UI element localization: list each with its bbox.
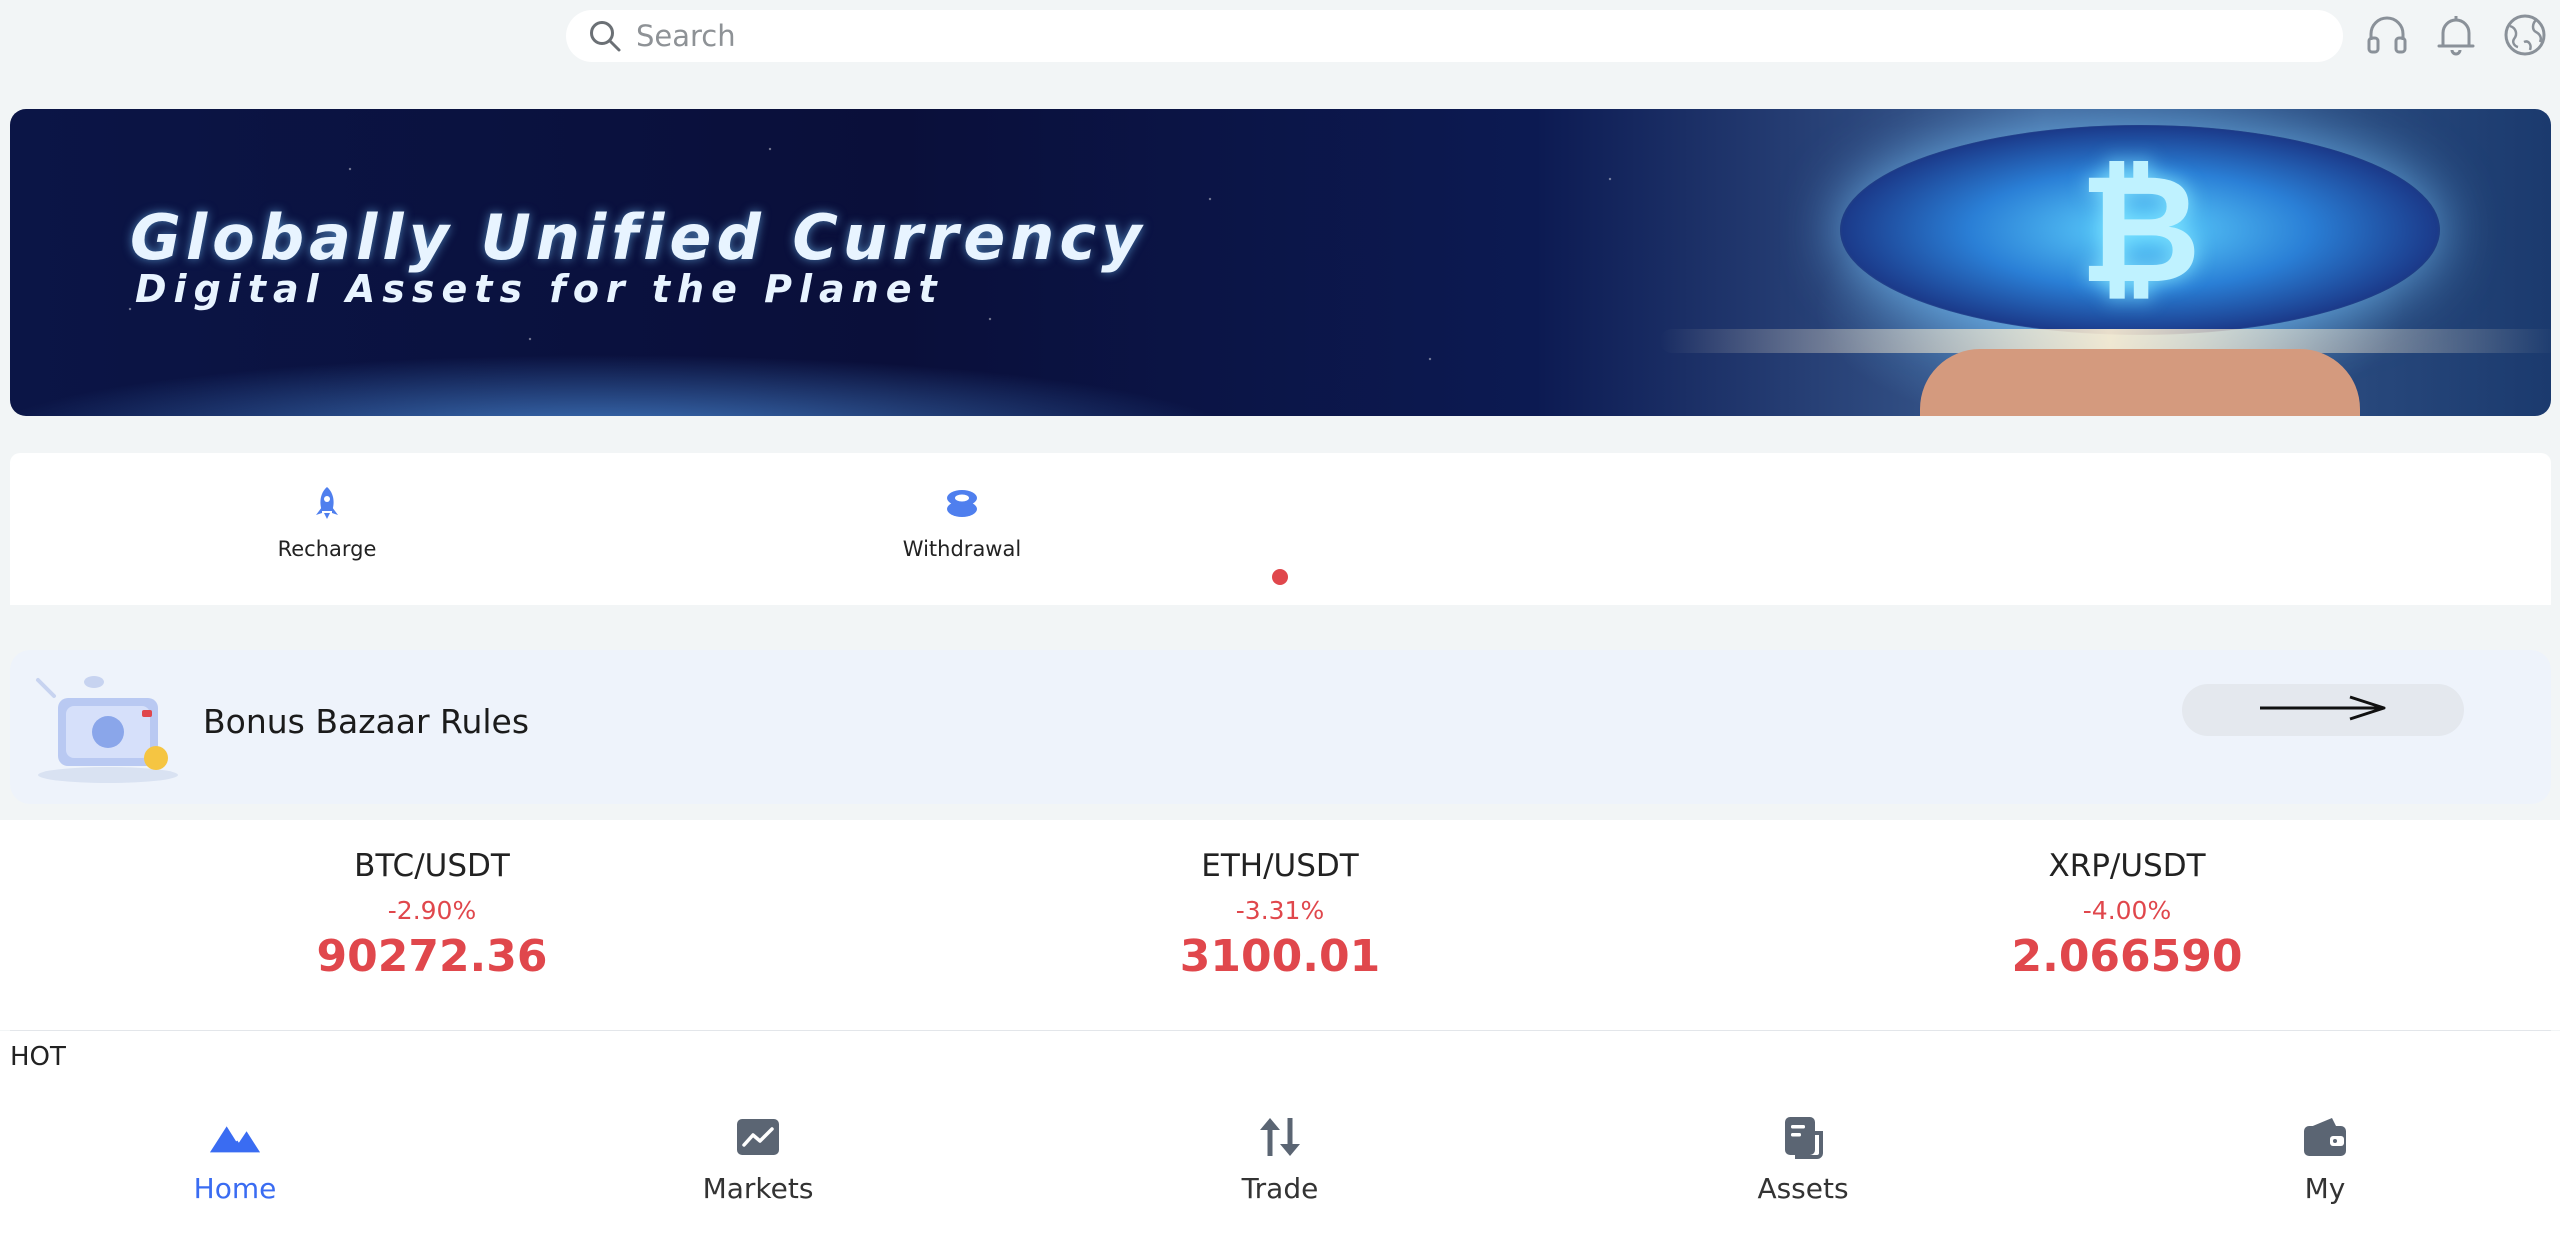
ticker-change: -2.90% [387,896,477,925]
bell-icon[interactable] [2433,12,2479,58]
nav-markets[interactable]: Markets [658,1110,858,1220]
coin-stack-icon [942,483,982,523]
globe-icon[interactable] [2502,12,2548,58]
arrow-right-icon [2258,693,2388,727]
recharge-button[interactable]: Recharge [227,483,427,583]
rocket-icon [307,483,347,523]
nav-my-label: My [2304,1172,2346,1205]
withdrawal-button[interactable]: Withdrawal [862,483,1062,583]
search-bar[interactable] [566,10,2343,62]
bitcoin-coin-icon: ₿ [1840,125,2440,335]
document-icon [1776,1110,1830,1164]
ticker-xrp[interactable]: XRP/USDT -4.00% 2.066590 [1877,848,2377,982]
ticker-row: BTC/USDT -2.90% 90272.36 ETH/USDT -3.31%… [0,820,2560,1030]
banner-subline: Digital Assets for the Planet [135,267,944,311]
nav-trade[interactable]: Trade [1180,1110,1380,1220]
headset-icon[interactable] [2364,12,2410,58]
bottom-navigation: Home Markets Trade Assets My [0,1092,2560,1248]
hot-section-label: HOT [10,1042,66,1072]
bitcoin-symbol: ₿ [2078,143,2202,317]
ticker-change: -3.31% [1235,896,1325,925]
ticker-price: 90272.36 [316,931,548,982]
nav-home[interactable]: Home [135,1110,335,1220]
ticker-pair: ETH/USDT [1201,848,1359,884]
bonus-card-illustration-icon [28,670,188,790]
ticker-btc[interactable]: BTC/USDT -2.90% 90272.36 [182,848,682,982]
nav-trade-label: Trade [1241,1172,1319,1205]
home-icon [208,1110,262,1164]
search-icon [588,19,622,53]
search-input[interactable] [636,19,2343,53]
nav-markets-label: Markets [702,1172,814,1205]
ticker-eth[interactable]: ETH/USDT -3.31% 3100.01 [1030,848,1530,982]
carousel-indicator-dot[interactable] [1272,569,1288,585]
ticker-pair: BTC/USDT [354,848,510,884]
bonus-arrow-button[interactable] [2182,684,2464,736]
ticker-price: 2.066590 [2011,931,2243,982]
trade-arrows-icon [1253,1110,1307,1164]
chart-icon [731,1110,785,1164]
promo-banner[interactable]: ₿ Globally Unified Currency Digital Asse… [10,109,2551,416]
nav-home-label: Home [193,1172,277,1205]
ticker-pair: XRP/USDT [2048,848,2206,884]
ticker-price: 3100.01 [1179,931,1381,982]
recharge-label: Recharge [277,537,377,561]
nav-assets[interactable]: Assets [1703,1110,1903,1220]
top-bar [0,0,2560,74]
bonus-rules-card[interactable]: Bonus Bazaar Rules [10,650,2551,804]
wallet-icon [2298,1110,2352,1164]
withdrawal-label: Withdrawal [902,537,1022,561]
hand-illustration [1920,349,2360,416]
ticker-change: -4.00% [2082,896,2172,925]
banner-headline: Globally Unified Currency [130,201,1147,274]
bonus-rules-title: Bonus Bazaar Rules [203,702,530,741]
nav-my[interactable]: My [2225,1110,2425,1220]
nav-assets-label: Assets [1757,1172,1849,1205]
